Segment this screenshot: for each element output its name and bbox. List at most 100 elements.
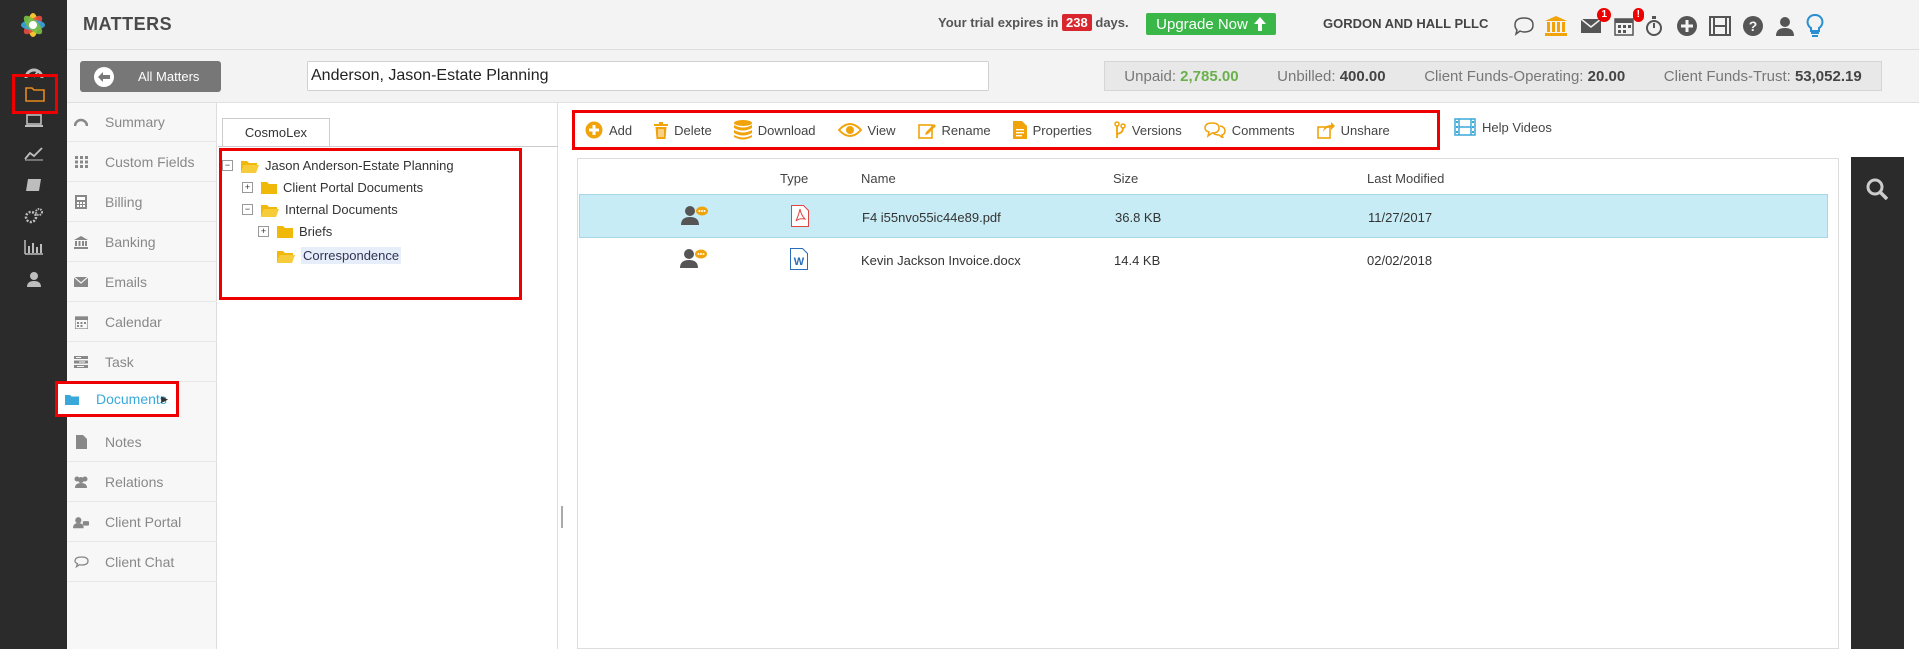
column-header-name[interactable]: Name [861, 171, 896, 186]
unpaid-summary: Unpaid: 2,785.00 [1124, 68, 1238, 85]
file-modified: 02/02/2018 [1367, 253, 1433, 268]
folder-open-icon [241, 159, 259, 173]
edit-icon [917, 123, 936, 139]
panel-splitter[interactable] [561, 506, 563, 528]
sidebar-item-label: Summary [105, 114, 165, 130]
tree-node-client-portal[interactable]: + Client Portal Documents [242, 180, 423, 195]
help-videos-button[interactable]: Help Videos [1454, 118, 1552, 136]
column-header-type[interactable]: Type [780, 171, 808, 186]
operating-value: 20.00 [1587, 67, 1626, 85]
view-button[interactable]: View [837, 123, 896, 138]
folder-icon [277, 225, 293, 238]
laptop-icon[interactable] [18, 105, 50, 137]
upgrade-now-button[interactable]: Upgrade Now [1146, 13, 1276, 35]
calendar-icon [73, 315, 89, 329]
folder-tree-panel: CosmoLex − Jason Anderson-Estate Plannin… [218, 103, 558, 649]
trend-icon[interactable] [18, 137, 50, 169]
word-icon: W [790, 248, 808, 273]
tree-node-briefs[interactable]: + Briefs [258, 224, 332, 239]
add-icon [585, 121, 603, 139]
matter-sidenav: Summary Custom Fields Billing Banking Em… [55, 103, 217, 649]
sidebar-item-documents[interactable]: Documents ▶ [55, 381, 179, 417]
sidebar-item-emails[interactable]: Emails [67, 263, 217, 302]
sidebar-item-client-chat[interactable]: Client Chat [67, 543, 217, 582]
mail-badge: 1 [1597, 8, 1611, 22]
trial-prefix: Your trial expires in [938, 15, 1059, 30]
properties-label: Properties [1032, 122, 1092, 138]
all-matters-label: All Matters [138, 69, 200, 84]
tab-cosmolex[interactable]: CosmoLex [222, 118, 330, 146]
timer-icon[interactable] [1640, 12, 1668, 40]
sidebar-item-summary[interactable]: Summary [67, 103, 217, 142]
download-button[interactable]: Download [733, 120, 816, 140]
properties-button[interactable]: Properties [1012, 121, 1092, 139]
arrow-up-icon [1253, 17, 1266, 31]
collapse-toggle[interactable]: − [222, 160, 233, 171]
sidebar-item-label: Emails [105, 274, 148, 290]
tree-node-label: Briefs [299, 224, 333, 239]
pdf-icon [791, 205, 809, 230]
sidebar-item-notes[interactable]: Notes [67, 423, 217, 462]
trust-summary: Client Funds-Trust: 53,052.19 [1664, 68, 1862, 85]
upgrade-label: Upgrade Now [1156, 15, 1248, 33]
table-row[interactable]: W Kevin Jackson Invoice.docx 14.4 KB 02/… [579, 238, 1828, 282]
search-icon[interactable] [1865, 177, 1889, 204]
column-header-modified[interactable]: Last Modified [1367, 171, 1444, 186]
matter-name-field[interactable] [307, 61, 989, 91]
column-header-size[interactable]: Size [1113, 171, 1138, 186]
app-logo[interactable] [14, 6, 52, 44]
comments-label: Comments [1231, 122, 1295, 138]
table-row[interactable]: F4 i55nvo55ic44e89.pdf 36.8 KB 11/27/201… [579, 194, 1828, 238]
unshare-button[interactable]: Unshare [1316, 121, 1390, 139]
versions-button[interactable]: Versions [1114, 121, 1182, 139]
add-button[interactable]: Add [585, 121, 632, 139]
unshare-label: Unshare [1340, 122, 1390, 138]
lightbulb-icon[interactable] [1801, 12, 1829, 40]
user-icon[interactable] [1771, 12, 1799, 40]
sidebar-item-label: Notes [105, 434, 142, 450]
rename-button[interactable]: Rename [917, 122, 991, 139]
sidebar-item-billing[interactable]: Billing [67, 183, 217, 222]
plus-circle-icon[interactable] [1673, 12, 1701, 40]
delete-button[interactable]: Delete [654, 121, 712, 139]
sidebar-item-banking[interactable]: Banking [67, 223, 217, 262]
trust-label: Client Funds-Trust: [1663, 67, 1791, 85]
chat-icon[interactable] [1510, 12, 1538, 40]
caret-right-icon: ▶ [161, 393, 168, 404]
expand-toggle[interactable]: + [258, 226, 269, 237]
file-name[interactable]: F4 i55nvo55ic44e89.pdf [862, 210, 1001, 225]
film-icon[interactable] [1706, 12, 1734, 40]
folder-icon [64, 394, 80, 405]
bar-chart-icon[interactable] [18, 231, 50, 263]
sidebar-item-client-portal[interactable]: Client Portal [67, 503, 217, 542]
expand-toggle[interactable]: + [242, 182, 253, 193]
tree-node-internal[interactable]: − Internal Documents [242, 202, 398, 217]
file-name[interactable]: Kevin Jackson Invoice.docx [861, 253, 1021, 268]
people-icon [73, 476, 89, 488]
user-icon[interactable] [18, 263, 50, 295]
document-icon [1012, 121, 1027, 139]
add-label: Add [609, 122, 633, 138]
comments-icon [1204, 122, 1226, 138]
svg-text:W: W [794, 256, 805, 268]
chat-icon [73, 556, 89, 568]
tree-node-root[interactable]: − Jason Anderson-Estate Planning [222, 158, 454, 173]
sidebar-item-relations[interactable]: Relations [67, 463, 217, 502]
sidebar-item-custom-fields[interactable]: Custom Fields [67, 143, 217, 182]
calendar-icon[interactable]: ! [1610, 8, 1644, 40]
task-icon [73, 356, 89, 368]
tree-node-label: Internal Documents [285, 202, 398, 217]
sidebar-item-calendar[interactable]: Calendar [67, 303, 217, 342]
mail-icon[interactable]: 1 [1577, 8, 1611, 40]
sidebar-item-label: Banking [105, 234, 156, 250]
collapse-toggle[interactable]: − [242, 204, 253, 215]
all-matters-button[interactable]: All Matters [80, 61, 221, 92]
book-icon[interactable] [18, 169, 50, 201]
sidebar-item-label: Client Chat [105, 554, 175, 570]
tree-node-correspondence[interactable]: Correspondence [277, 247, 402, 264]
sidebar-item-task[interactable]: Task [67, 343, 217, 382]
help-icon[interactable]: ? [1739, 12, 1767, 40]
comments-button[interactable]: Comments [1204, 122, 1295, 138]
bank-icon[interactable] [1542, 12, 1570, 40]
gears-icon[interactable] [18, 200, 50, 232]
